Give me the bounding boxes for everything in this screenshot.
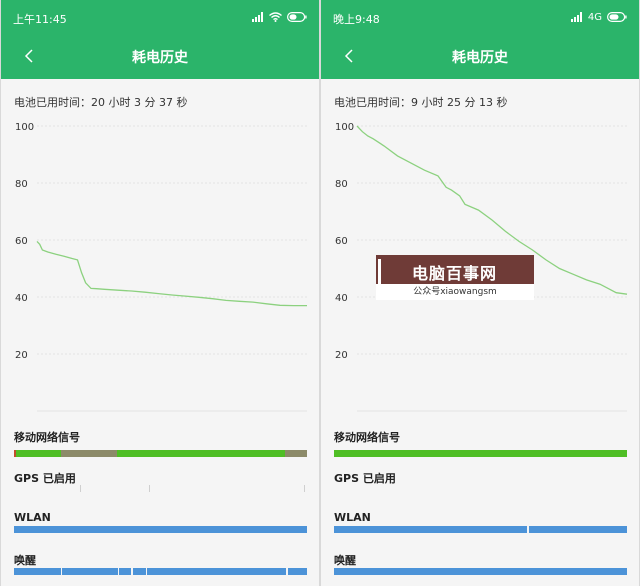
battery-icon [287,12,307,22]
y-tick-label: 100 [335,122,354,133]
y-tick-label: 60 [15,236,28,247]
mobile-signal-bar [14,450,307,457]
gps-bar [14,485,307,492]
page-title: 耗电历史 [452,50,508,66]
gps-label: GPS 已启用 [334,472,396,485]
battery-duration: 电池已用时间：20 小时 3 分 37 秒 [14,96,188,109]
network-type-label: 4G [587,11,602,23]
gps-tick [79,485,81,492]
gps-tick [304,485,306,492]
battery-chart: 100 80 60 40 20 [15,122,307,412]
watermark-badge: 电脑百事网 公众号xiaowangsm [376,255,534,300]
signal-segment [285,450,307,457]
wlan-label: WLAN [14,511,51,524]
watermark-subtitle: 公众号xiaowangsm [376,284,534,300]
wifi-icon [269,12,282,22]
status-icons [252,10,307,24]
app-header: 晚上9:48 4G 耗电历史 [321,0,639,79]
wake-segment [334,568,627,575]
phone-screen-left: 上午11:45 耗电历史 电池已用时间：20 小时 3 分 37 秒 100 8… [1,0,319,586]
wake-segment [132,568,146,575]
app-header: 上午11:45 耗电历史 [1,0,319,79]
y-tick-label: 40 [15,293,28,304]
wake-segment [14,568,61,575]
signal-segment [116,450,286,457]
signal-segment [16,450,61,457]
y-tick-label: 80 [15,179,28,190]
battery-level-line [36,240,307,307]
mobile-signal-bar [334,450,627,457]
wake-label: 唤醒 [334,554,356,567]
wlan-label: WLAN [334,511,371,524]
battery-icon [607,12,627,22]
gps-tick [148,485,150,492]
wlan-bar [334,526,627,533]
y-tick-label: 20 [335,350,348,361]
y-tick-label: 40 [335,293,348,304]
gps-bar [334,485,627,492]
mobile-signal-label: 移动网络信号 [334,431,400,444]
wake-segment [147,568,287,575]
mobile-signal-label: 移动网络信号 [14,431,80,444]
wlan-bar [14,526,307,533]
page-title: 耗电历史 [132,50,188,66]
watermark-title: 电脑百事网 [412,264,498,283]
battery-duration: 电池已用时间：9 小时 25 分 13 秒 [334,96,508,109]
wake-segment [287,568,307,575]
wake-segment [119,568,132,575]
status-icons: 4G [570,10,627,24]
y-tick-label: 80 [335,179,348,190]
signal-icon [252,12,263,22]
y-tick-label: 100 [15,122,34,133]
signal-segment [60,450,117,457]
wlan-segment [528,526,627,533]
wlan-segment [334,526,528,533]
gps-label: GPS 已启用 [14,472,76,485]
wake-bar [334,568,627,575]
signal-segment [334,450,627,457]
wlan-segment [14,526,307,533]
wake-segment [62,568,118,575]
signal-icon [570,12,582,22]
y-tick-label: 60 [335,236,348,247]
status-time: 上午11:45 [13,13,67,26]
wake-label: 唤醒 [14,554,36,567]
y-tick-label: 20 [15,350,28,361]
wake-bar [14,568,307,575]
status-time: 晚上9:48 [333,13,380,26]
